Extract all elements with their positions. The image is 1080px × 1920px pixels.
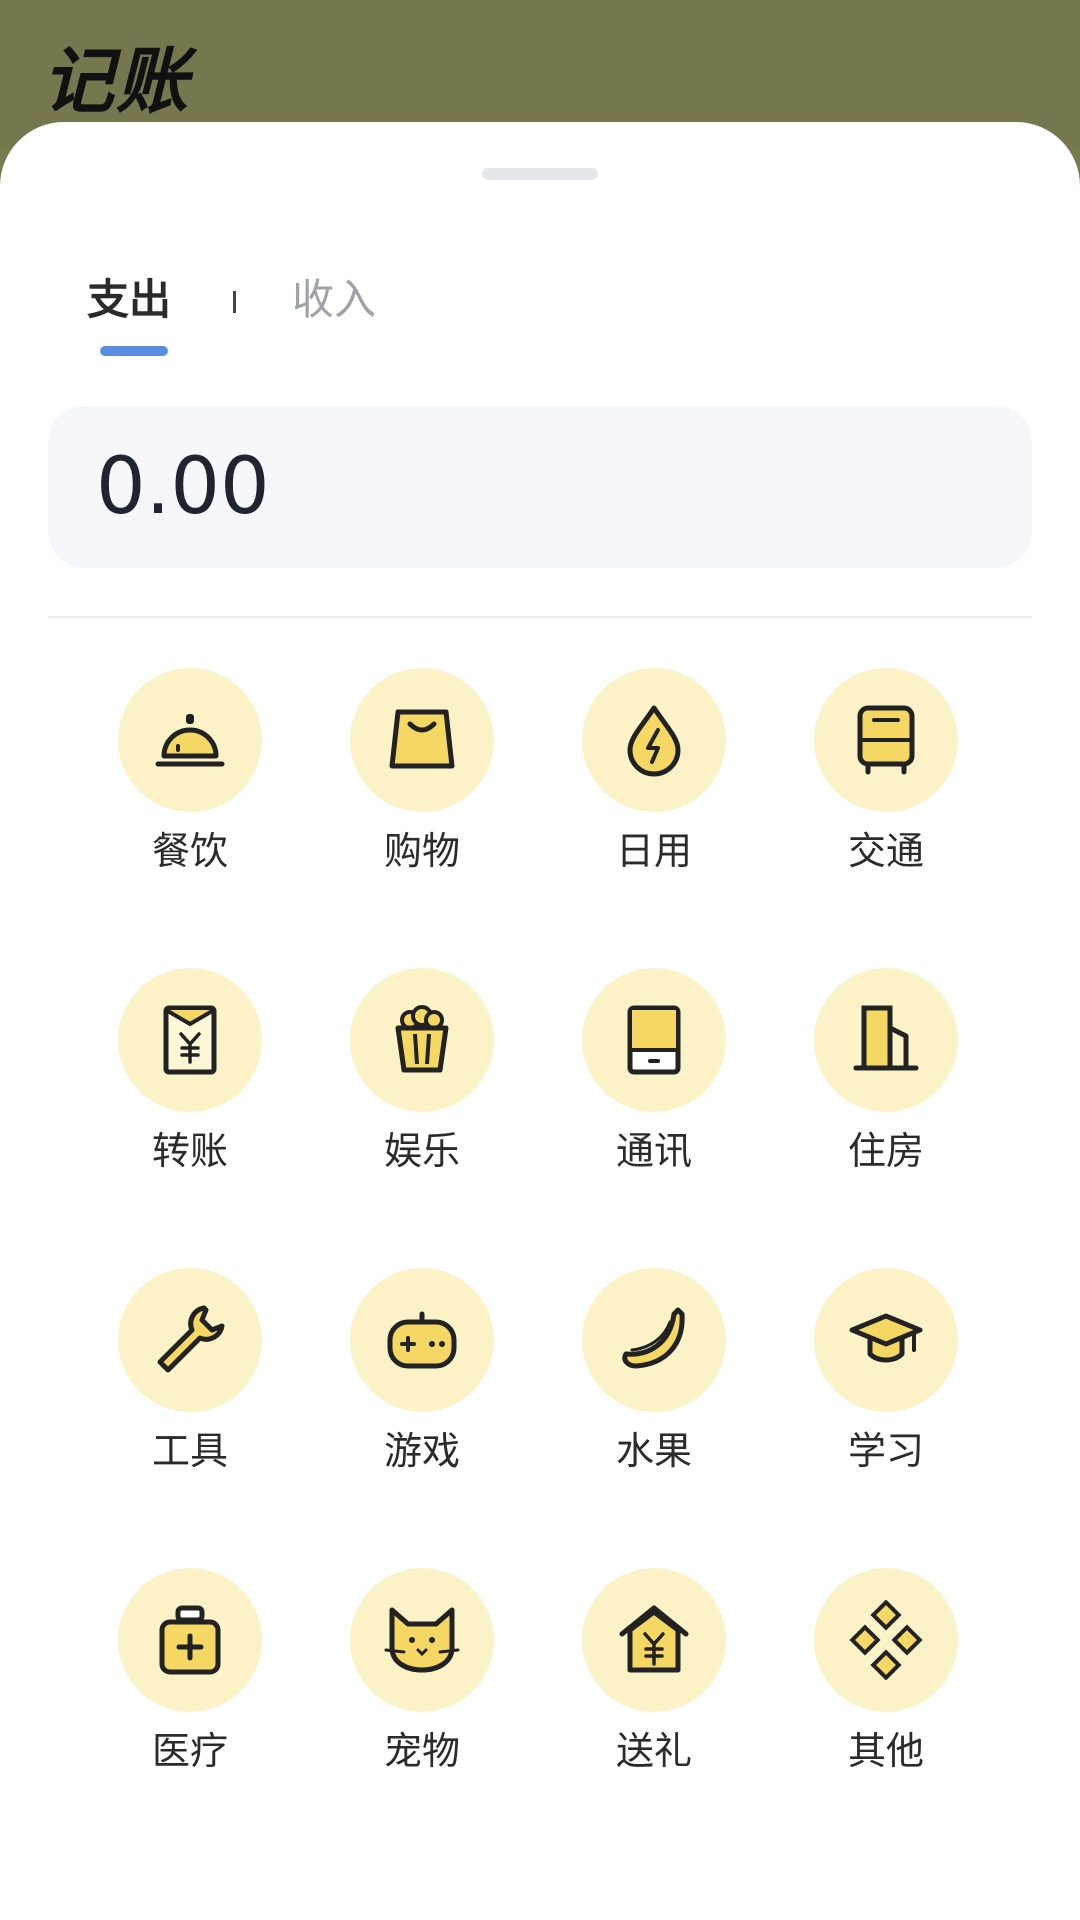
category-label: 住房	[847, 1129, 924, 1173]
category-study[interactable]: 学习	[786, 1268, 986, 1508]
other-diamonds-icon	[849, 1600, 923, 1680]
medicine-bottle-icon	[159, 1605, 221, 1675]
amount-value: 0.00	[96, 442, 270, 532]
category-label: 游戏	[383, 1429, 460, 1473]
category-shopping[interactable]: 购物	[322, 668, 522, 908]
category-label: 交通	[847, 829, 924, 873]
category-transport[interactable]: 交通	[786, 668, 986, 908]
tab-income[interactable]: 收入	[292, 270, 376, 330]
graduation-cap-icon	[849, 1313, 923, 1363]
phone-icon	[627, 1005, 681, 1075]
category-housing[interactable]: 住房	[786, 968, 986, 1208]
category-label: 工具	[151, 1429, 228, 1473]
transfer-envelope-icon	[163, 1005, 217, 1075]
category-label: 水果	[615, 1429, 692, 1473]
category-label: 宠物	[383, 1729, 460, 1773]
category-label: 餐饮	[151, 829, 228, 873]
category-gifts[interactable]: 送礼	[554, 1568, 754, 1808]
category-daily[interactable]: 日用	[554, 668, 754, 908]
category-telecom[interactable]: 通讯	[554, 968, 754, 1208]
category-medical[interactable]: 医疗	[90, 1568, 290, 1808]
utility-drop-icon	[627, 705, 681, 777]
amount-input[interactable]: 0.00	[48, 406, 1032, 568]
gift-house-icon	[619, 1605, 689, 1673]
category-label: 通讯	[615, 1129, 692, 1173]
category-label: 其他	[847, 1729, 924, 1773]
category-other[interactable]: 其他	[786, 1568, 986, 1808]
category-dining[interactable]: 餐饮	[90, 668, 290, 908]
category-games[interactable]: 游戏	[322, 1268, 522, 1508]
building-icon	[853, 1005, 919, 1071]
category-label: 转账	[151, 1129, 228, 1173]
active-tab-indicator	[100, 346, 168, 356]
category-pets[interactable]: 宠物	[322, 1568, 522, 1808]
category-entertainment[interactable]: 娱乐	[322, 968, 522, 1208]
wrench-icon	[157, 1305, 225, 1373]
category-tools[interactable]: 工具	[90, 1268, 290, 1508]
cat-icon	[384, 1607, 460, 1673]
category-label: 学习	[847, 1429, 924, 1473]
banana-icon	[622, 1307, 685, 1369]
category-label: 购物	[383, 829, 460, 873]
category-label: 日用	[615, 829, 692, 873]
category-transfer[interactable]: 转账	[90, 968, 290, 1208]
bus-icon	[857, 705, 915, 775]
category-label: 医疗	[151, 1729, 228, 1773]
category-label: 娱乐	[383, 1129, 460, 1173]
shopping-bag-icon	[389, 709, 455, 769]
tab-expense[interactable]: 支出	[87, 270, 171, 330]
gamepad-icon	[387, 1311, 457, 1369]
drag-handle[interactable]	[482, 168, 598, 180]
category-label: 送礼	[615, 1729, 692, 1773]
app-title: 记账	[42, 39, 191, 123]
popcorn-icon	[395, 1005, 449, 1073]
category-fruit[interactable]: 水果	[554, 1268, 754, 1508]
bottom-sheet: 支出 收入 0.00 餐饮 购物 日用 交通 转账 娱乐 通讯 住房 工具 游戏…	[0, 122, 1080, 1920]
divider	[48, 616, 1032, 618]
dining-bell-icon	[155, 714, 225, 767]
tab-separator	[233, 291, 236, 313]
